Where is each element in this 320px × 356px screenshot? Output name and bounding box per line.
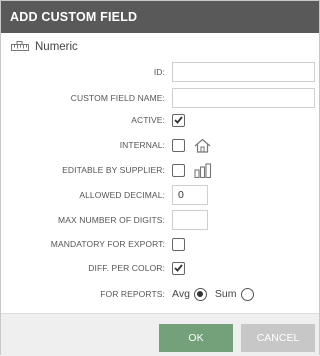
max-digits-input[interactable] <box>172 210 208 230</box>
internal-checkbox[interactable] <box>172 138 185 152</box>
allowed-decimal-input[interactable] <box>172 185 208 205</box>
ok-button[interactable]: OK <box>159 324 233 352</box>
cancel-button[interactable]: CANCEL <box>241 324 315 352</box>
radio-avg[interactable] <box>193 287 207 301</box>
max-digits-label: MAX NUMBER OF DIGITS: <box>58 215 165 225</box>
factory-icon <box>194 162 212 178</box>
active-label: ACTIVE: <box>131 115 165 125</box>
for-reports-label: FOR REPORTS: <box>100 289 165 299</box>
editable-by-supplier-checkbox[interactable] <box>172 163 185 177</box>
dialog-footer: OK CANCEL <box>1 313 319 356</box>
mandatory-export-label: MANDATORY FOR EXPORT: <box>50 239 165 249</box>
row-id: ID: <box>1 61 320 83</box>
diff-per-color-label: DIFF. PER COLOR: <box>88 263 165 273</box>
custom-field-name-label: CUSTOM FIELD NAME: <box>70 93 165 103</box>
id-label: ID: <box>153 67 165 77</box>
radio-sum-label: Sum <box>214 288 237 300</box>
field-type-indicator: Numeric <box>11 41 78 53</box>
dialog-title: ADD CUSTOM FIELD <box>1 1 319 33</box>
radio-avg-label: Avg <box>172 288 190 300</box>
row-internal: INTERNAL: <box>1 134 320 156</box>
custom-field-name-input[interactable] <box>172 88 315 108</box>
editable-by-supplier-label: EDITABLE BY SUPPLIER: <box>62 165 165 175</box>
radio-sum[interactable] <box>240 287 254 301</box>
row-mandatory-export: MANDATORY FOR EXPORT: <box>1 233 320 255</box>
home-icon <box>194 138 211 153</box>
radio-selected-dot <box>197 291 204 297</box>
ruler-icon <box>11 41 29 53</box>
mandatory-export-checkbox[interactable] <box>172 237 185 251</box>
row-active: ACTIVE: <box>1 109 320 131</box>
row-custom-field-name: CUSTOM FIELD NAME: <box>1 87 320 109</box>
active-checkbox[interactable] <box>172 113 185 127</box>
row-editable-by-supplier: EDITABLE BY SUPPLIER: <box>1 159 320 181</box>
for-reports-radio-group: Avg Sum <box>172 287 262 301</box>
checkmark-icon <box>174 116 183 124</box>
internal-label: INTERNAL: <box>119 140 165 150</box>
checkmark-icon <box>174 264 183 272</box>
diff-per-color-checkbox[interactable] <box>172 261 185 275</box>
row-allowed-decimal: ALLOWED DECIMAL: <box>1 184 320 206</box>
allowed-decimal-label: ALLOWED DECIMAL: <box>79 190 165 200</box>
field-type-label: Numeric <box>35 41 78 53</box>
row-diff-per-color: DIFF. PER COLOR: <box>1 257 320 279</box>
row-for-reports: FOR REPORTS: Avg Sum <box>1 283 320 305</box>
add-custom-field-dialog: ADD CUSTOM FIELD Numeric ID: CUSTOM FIEL… <box>0 0 320 356</box>
row-max-digits: MAX NUMBER OF DIGITS: <box>1 209 320 231</box>
id-input[interactable] <box>172 62 315 82</box>
